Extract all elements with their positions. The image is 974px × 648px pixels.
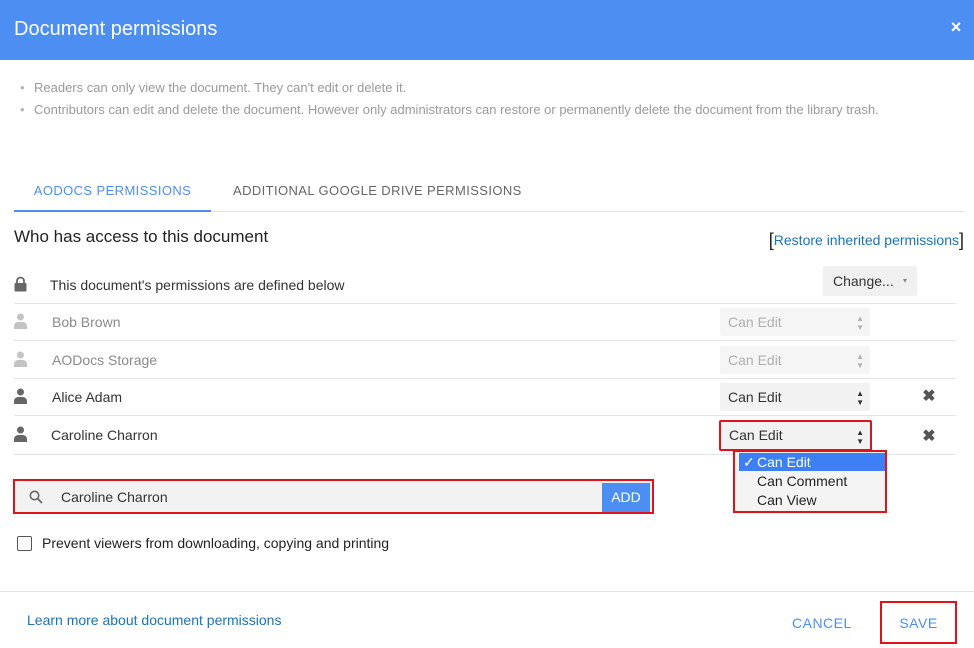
dialog-header: Document permissions × xyxy=(0,0,974,60)
sort-arrows-icon: ▲ ▼ xyxy=(856,314,864,332)
permission-dropdown: ✓ Can Edit Can Comment Can View xyxy=(733,450,887,513)
restore-bracket-close: ] xyxy=(958,230,964,250)
remove-icon[interactable]: ✖ xyxy=(920,388,938,406)
sort-arrows-icon: ▲ ▼ xyxy=(856,389,864,407)
user-row: Bob Brown Can Edit ▲ ▼ xyxy=(14,303,956,341)
sort-arrows-icon: ▲ ▼ xyxy=(856,352,864,370)
save-button[interactable]: SAVE xyxy=(880,601,957,644)
person-icon xyxy=(14,313,28,329)
option-label: Can Edit xyxy=(757,454,811,470)
sort-arrows-icon: ▲ ▼ xyxy=(856,428,864,446)
person-icon xyxy=(14,388,28,404)
permission-select-highlighted[interactable]: Can Edit ▲ ▼ xyxy=(719,420,872,451)
user-row: AODocs Storage Can Edit ▲ ▼ xyxy=(14,341,956,379)
permission-value: Can Edit xyxy=(728,314,782,330)
access-heading: Who has access to this document xyxy=(14,227,269,246)
user-name: Caroline Charron xyxy=(51,427,158,443)
remove-icon[interactable]: ✖ xyxy=(920,428,938,446)
permission-select: Can Edit ▲ ▼ xyxy=(720,308,870,336)
permission-info-list: Readers can only view the document. They… xyxy=(20,77,880,121)
user-row: Alice Adam Can Edit ▲ ▼ ✖ xyxy=(14,378,956,416)
change-button[interactable]: Change... ▾ xyxy=(823,266,917,296)
permission-value: Can Edit xyxy=(729,427,783,443)
search-icon xyxy=(29,490,43,504)
dropdown-option-can-comment[interactable]: Can Comment xyxy=(739,472,885,490)
permissions-defined-row: This document's permissions are defined … xyxy=(14,266,956,304)
cancel-button[interactable]: CANCEL xyxy=(792,615,852,631)
tab-google-drive-permissions[interactable]: ADDITIONAL GOOGLE DRIVE PERMISSIONS xyxy=(233,171,522,212)
prevent-download-label: Prevent viewers from downloading, copyin… xyxy=(42,535,390,551)
user-name: AODocs Storage xyxy=(52,352,158,368)
restore-inherited: [Restore inherited permissions] xyxy=(769,229,964,250)
chevron-down-icon: ▾ xyxy=(902,276,907,285)
info-contributors: Contributors can edit and delete the doc… xyxy=(20,99,880,121)
permission-value: Can Edit xyxy=(728,352,782,368)
checkmark-icon: ✓ xyxy=(743,454,755,470)
user-name: Alice Adam xyxy=(52,389,123,405)
dialog-title: Document permissions xyxy=(14,18,218,40)
permission-tabs: AODOCS PERMISSIONS ADDITIONAL GOOGLE DRI… xyxy=(14,171,965,212)
info-readers: Readers can only view the document. They… xyxy=(20,77,880,99)
user-name: Bob Brown xyxy=(52,314,121,330)
lock-icon xyxy=(14,276,28,292)
restore-bracket-open: [ xyxy=(768,230,774,250)
footer-divider xyxy=(0,591,974,592)
add-user-search: ADD xyxy=(13,479,654,514)
dropdown-option-can-view[interactable]: Can View xyxy=(739,491,885,509)
permission-value: Can Edit xyxy=(728,389,782,405)
person-icon xyxy=(14,351,28,367)
restore-inherited-link[interactable]: Restore inherited permissions xyxy=(774,232,959,248)
permission-select: Can Edit ▲ ▼ xyxy=(720,346,870,374)
dropdown-option-can-edit[interactable]: ✓ Can Edit xyxy=(739,453,885,471)
change-label: Change... xyxy=(833,273,894,289)
close-icon[interactable]: × xyxy=(948,17,964,37)
permissions-defined-text: This document's permissions are defined … xyxy=(50,277,345,293)
user-search-input[interactable] xyxy=(61,488,601,506)
person-icon xyxy=(14,426,28,442)
tab-aodocs-permissions[interactable]: AODOCS PERMISSIONS xyxy=(14,171,211,212)
prevent-download-checkbox[interactable] xyxy=(17,536,32,551)
permission-select[interactable]: Can Edit ▲ ▼ xyxy=(720,383,870,411)
add-button[interactable]: ADD xyxy=(602,483,650,512)
learn-more-link[interactable]: Learn more about document permissions xyxy=(27,612,281,628)
